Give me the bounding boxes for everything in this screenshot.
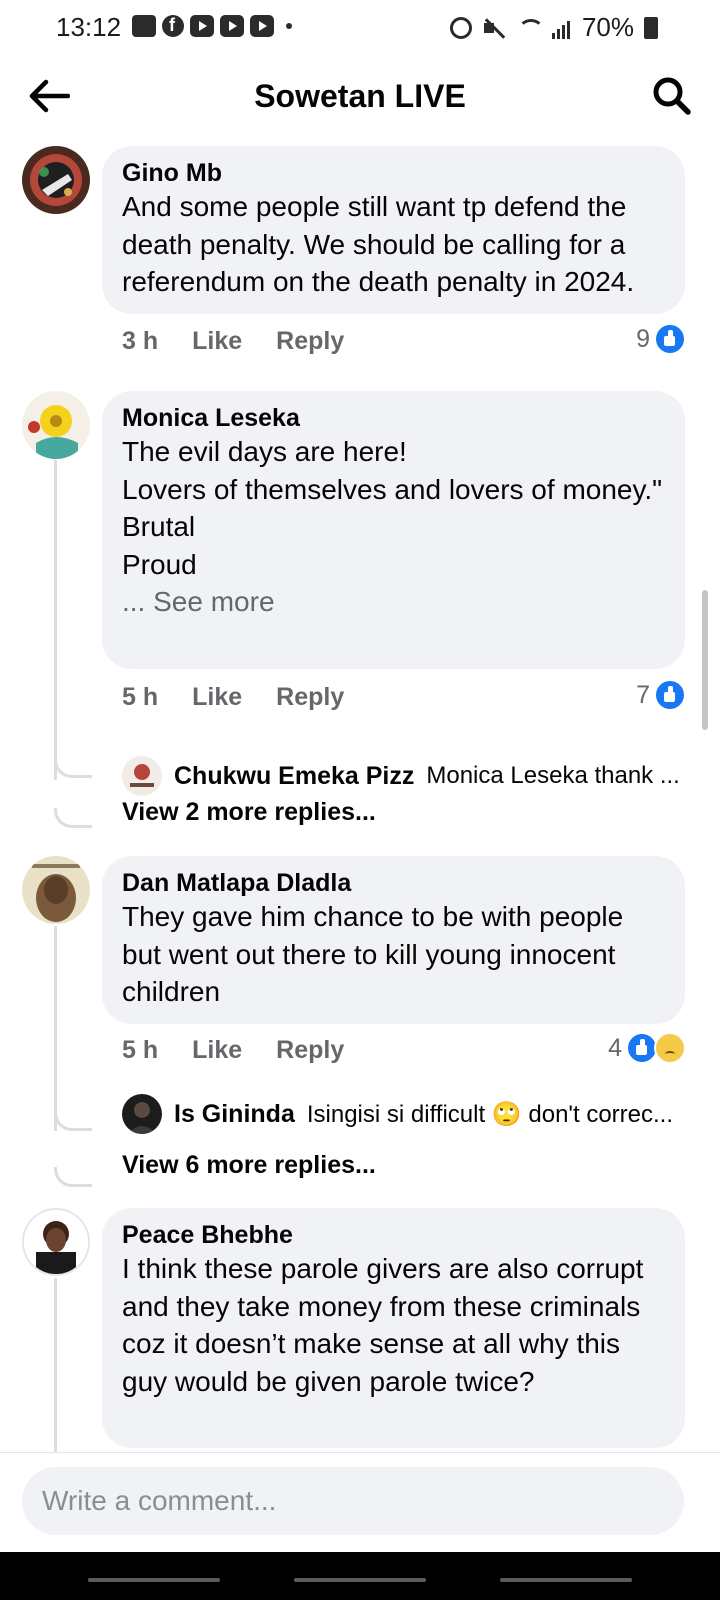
thread-line [54,1278,57,1453]
thread-connector [54,808,92,828]
battery-percent: 70% [581,12,634,42]
comment-text: The evil days are here! Lovers of themse… [122,436,663,580]
reply-button[interactable]: Reply [276,1036,344,1065]
thread-connector [54,1111,92,1131]
reply-avatar[interactable] [122,756,162,796]
reply-avatar[interactable] [122,1094,162,1134]
thread-line [54,460,57,780]
thread-connector [54,1167,92,1187]
alarm-icon [449,16,472,39]
app-header: Sowetan LIVE [0,52,720,140]
avatar[interactable] [22,856,90,924]
reply-button[interactable]: Reply [276,327,344,356]
comment-bubble[interactable]: Peace Bhebhe I think these parole givers… [102,1208,685,1448]
message-icon [132,15,156,37]
avatar[interactable] [22,391,90,459]
status-bar: 13:12 70% [0,0,720,52]
comment-time[interactable]: 5 h [122,1036,158,1065]
facebook-icon [162,15,184,37]
reaction-summary[interactable]: 7 [636,679,686,711]
like-button[interactable]: Like [192,327,242,356]
comment-time[interactable]: 3 h [122,327,158,356]
comment-time[interactable]: 5 h [122,683,158,712]
reaction-count: 9 [636,324,650,353]
thread-connector [54,758,92,778]
comment-author[interactable]: Peace Bhebhe [122,1220,665,1250]
nav-back[interactable] [500,1578,632,1582]
scrollbar[interactable] [702,590,708,730]
more-notifications-icon [286,23,292,29]
comment-text: I think these parole givers are also cor… [122,1253,644,1397]
reaction-summary[interactable]: 4 [608,1032,686,1064]
view-more-replies-link[interactable]: View 6 more replies... [122,1151,376,1180]
nav-recents[interactable] [88,1578,220,1582]
reaction-count: 4 [608,1033,622,1062]
system-nav-bar [0,1552,720,1600]
like-reaction-icon [654,323,686,355]
comment-text: They gave him chance to be with people b… [122,901,624,1007]
youtube-icon [190,15,214,37]
notification-icons [132,15,292,37]
wifi-icon [516,17,544,39]
comment-actions: 3 h Like Reply [122,327,344,356]
comment-input[interactable] [22,1467,684,1535]
see-more-link[interactable]: ... See more [122,583,665,620]
reply-preview[interactable]: Chukwu Emeka Pizz Monica Leseka thank ..… [122,756,692,796]
search-icon[interactable] [652,76,692,116]
reply-snippet: Monica Leseka thank ... [426,762,680,789]
mute-icon [482,17,506,39]
reply-preview[interactable]: Is Gininda Isingisi si difficult 🙄 don't… [122,1094,692,1134]
signal-icon [551,17,572,39]
system-icons: 70% [449,12,658,43]
reply-snippet: Isingisi si difficult 🙄 don't correc... [306,1100,674,1128]
thread-line [54,926,57,1131]
nav-home[interactable] [294,1578,426,1582]
page-title: Sowetan LIVE [254,78,466,114]
like-reaction-icon [654,679,686,711]
like-button[interactable]: Like [192,683,242,712]
avatar[interactable] [22,1208,90,1276]
reaction-count: 7 [636,680,650,709]
status-time: 13:12 [56,12,122,42]
comment-bubble[interactable]: Gino Mb And some people still want tp de… [102,146,685,314]
comment-bubble[interactable]: Dan Matlapa Dladla They gave him chance … [102,856,685,1024]
reply-author[interactable]: Is Gininda [174,1100,295,1129]
battery-icon [644,16,658,39]
sad-reaction-icon [654,1032,686,1064]
avatar[interactable] [22,146,90,214]
comment-composer [0,1452,720,1553]
comment-bubble[interactable]: Monica Leseka The evil days are here! Lo… [102,391,685,669]
comment-author[interactable]: Monica Leseka [122,403,665,433]
comment-author[interactable]: Gino Mb [122,158,665,188]
view-more-replies-link[interactable]: View 2 more replies... [122,798,376,827]
comment-actions: 5 h Like Reply [122,683,344,712]
reply-button[interactable]: Reply [276,683,344,712]
like-button[interactable]: Like [192,1036,242,1065]
youtube-icon [250,15,274,37]
comment-author[interactable]: Dan Matlapa Dladla [122,868,665,898]
youtube-icon [220,15,244,37]
comment-actions: 5 h Like Reply [122,1036,344,1065]
comment-text: And some people still want tp defend the… [122,191,635,297]
reaction-summary[interactable]: 9 [636,323,686,355]
reply-author[interactable]: Chukwu Emeka Pizz [174,762,414,791]
